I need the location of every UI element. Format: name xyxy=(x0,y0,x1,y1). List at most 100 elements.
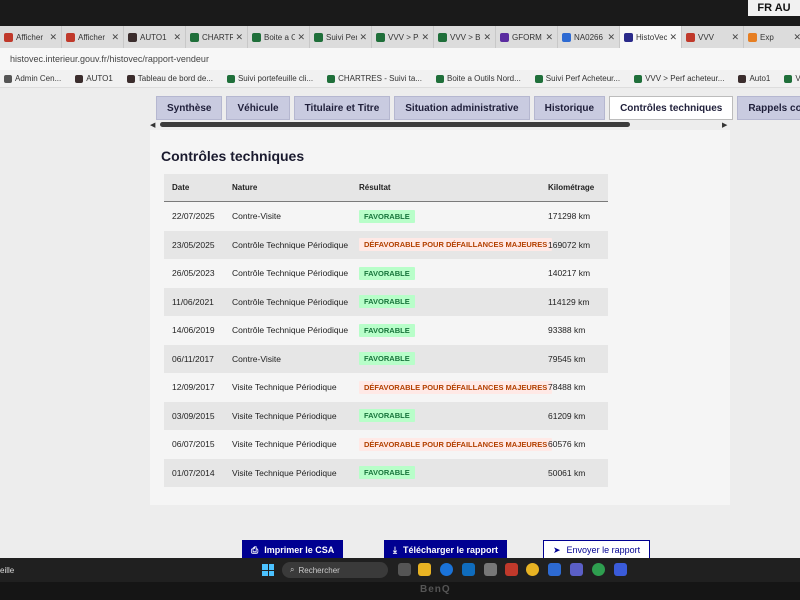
tab-favicon-icon xyxy=(190,32,199,42)
chrome-profile-icon[interactable] xyxy=(592,563,605,576)
row-mileage: 60576 km xyxy=(548,439,586,450)
store-icon[interactable] xyxy=(484,563,497,576)
tab-favicon-icon xyxy=(624,32,633,42)
browser-tab[interactable]: GFORM ✕ xyxy=(496,26,558,48)
page-content: ◀ Synthèse Véhicule Titulaire et Titre Situ… xyxy=(0,88,800,560)
tab-favicon-icon xyxy=(376,32,385,42)
language-indicator: FR AU xyxy=(748,0,800,16)
bookmark-favicon-icon xyxy=(4,74,12,83)
browser-tab[interactable]: Boite a O ✕ xyxy=(248,26,310,48)
row-mileage: 79545 km xyxy=(548,353,586,364)
bookmark-item[interactable]: Auto1 xyxy=(738,74,770,83)
bookmark-label: Boite a Outils Nord... xyxy=(446,74,521,83)
result-badge: DÉFAVORABLE POUR DÉFAILLANCES MAJEURES xyxy=(359,437,553,451)
technical-controls-card: Contrôles techniques Date Nature Résulta… xyxy=(150,130,730,505)
close-icon[interactable]: ✕ xyxy=(235,32,243,43)
close-icon[interactable]: ✕ xyxy=(669,32,677,43)
settings-gear-icon[interactable] xyxy=(548,563,561,576)
print-csa-button[interactable]: ⎙ Imprimer le CSA xyxy=(242,540,344,560)
row-date: 11/06/2021 xyxy=(172,296,214,307)
browser-tab[interactable]: Exp ✕ xyxy=(744,26,800,48)
meet-icon[interactable] xyxy=(614,563,627,576)
close-icon[interactable]: ✕ xyxy=(483,32,491,43)
row-mileage: 78488 km xyxy=(548,382,586,393)
row-mileage: 114129 km xyxy=(548,296,590,307)
browser-tab[interactable]: Suivi Perf ✕ xyxy=(310,26,372,48)
edge-browser-icon[interactable] xyxy=(440,563,453,576)
close-icon[interactable]: ✕ xyxy=(111,32,119,43)
close-icon[interactable]: ✕ xyxy=(173,32,181,43)
task-view-icon[interactable] xyxy=(398,563,411,576)
url-text[interactable]: histovec.interieur.gouv.fr/histovec/rapp… xyxy=(10,54,209,64)
row-mileage: 171298 km xyxy=(548,211,591,222)
tabs-scrollbar[interactable] xyxy=(160,122,630,127)
download-report-button[interactable]: ⤓ Télécharger le rapport xyxy=(384,540,508,560)
bookmark-label: Auto1 xyxy=(749,74,771,83)
taskbar-search[interactable]: ⌕ Rechercher xyxy=(282,562,388,578)
bookmark-item[interactable]: VVV > Branch Utilis... xyxy=(784,74,800,83)
bookmark-item[interactable]: CHARTRES - Suivi ta... xyxy=(327,74,422,83)
result-badge: DÉFAVORABLE POUR DÉFAILLANCES MAJEURES xyxy=(359,380,553,394)
browser-tab[interactable]: VVV > Pe ✕ xyxy=(372,26,434,48)
print-icon: ⎙ xyxy=(251,544,259,555)
teams-icon[interactable] xyxy=(570,563,583,576)
close-icon[interactable]: ✕ xyxy=(793,32,800,43)
close-icon[interactable]: ✕ xyxy=(359,32,367,43)
browser-tab[interactable]: Afficher ✕ xyxy=(62,26,124,48)
bookmark-item[interactable]: Admin Cen... xyxy=(4,74,61,83)
browser-tab[interactable]: HistoVec ✕ xyxy=(620,26,682,48)
section-tab[interactable]: Rappels constru xyxy=(737,96,800,120)
tab-favicon-icon xyxy=(562,32,571,42)
download-icon: ⤓ xyxy=(393,544,397,555)
section-tab[interactable]: Titulaire et Titre xyxy=(293,96,391,120)
table-row: 06/07/2015 Visite Technique Périodique DÉF… xyxy=(164,430,608,459)
row-result: FAVORABLE xyxy=(359,466,548,480)
browser-tab[interactable]: VVV > Bi ✕ xyxy=(434,26,496,48)
tab-favicon-icon xyxy=(4,32,13,42)
browser-tab[interactable]: VVV ✕ xyxy=(682,26,744,48)
close-icon[interactable]: ✕ xyxy=(297,32,305,43)
bookmark-favicon-icon xyxy=(226,74,235,83)
section-tab[interactable]: Contrôles techniques xyxy=(609,96,734,120)
send-report-button[interactable]: ➤ Envoyer le rapport xyxy=(543,540,651,560)
browser-tab[interactable]: Afficher ✕ xyxy=(0,26,62,48)
close-icon[interactable]: ✕ xyxy=(607,32,615,43)
browser-tab[interactable]: CHARTRES✕ xyxy=(186,26,248,48)
browser-tab[interactable]: AUTO1 ✕ xyxy=(124,26,186,48)
app-l-icon[interactable] xyxy=(505,563,518,576)
tab-favicon-icon xyxy=(66,32,75,42)
browser-tab[interactable]: NA0266 ✕ xyxy=(558,26,620,48)
bookmark-item[interactable]: Boite a Outils Nord... xyxy=(435,74,521,83)
bookmark-item[interactable]: Suivi portefeuille cli... xyxy=(226,74,313,83)
browser-tab-label: HistoVec xyxy=(636,32,668,42)
bookmark-item[interactable]: VVV > Perf acheteur... xyxy=(634,74,724,83)
row-nature: Contrôle Technique Périodique xyxy=(232,296,349,307)
table-row: 14/06/2019 Contrôle Technique Périodique F… xyxy=(164,316,608,345)
close-icon[interactable]: ✕ xyxy=(731,32,739,43)
section-tab[interactable]: Véhicule xyxy=(226,96,290,120)
print-csa-label: Imprimer le CSA xyxy=(264,545,335,555)
chrome-icon[interactable] xyxy=(526,563,539,576)
table-row: 12/09/2017 Visite Technique Périodique DÉF… xyxy=(164,373,608,402)
bookmark-item[interactable]: Suivi Perf Acheteur... xyxy=(534,74,620,83)
bookmark-item[interactable]: AUTO1 xyxy=(75,74,113,83)
address-bar[interactable]: histovec.interieur.gouv.fr/histovec/rapp… xyxy=(0,48,800,70)
section-tab[interactable]: Situation administrative xyxy=(394,96,530,120)
tabs-scroll-right-icon[interactable]: ▶ xyxy=(722,121,727,129)
file-explorer-icon[interactable] xyxy=(418,563,431,576)
close-icon[interactable]: ✕ xyxy=(545,32,553,43)
row-nature: Contrôle Technique Périodique xyxy=(232,325,349,336)
windows-start-icon[interactable] xyxy=(262,564,274,576)
result-badge: FAVORABLE xyxy=(359,323,415,337)
tab-favicon-icon xyxy=(252,32,261,42)
row-date: 03/09/2015 xyxy=(172,410,215,421)
header-result: Résultat xyxy=(359,183,391,192)
close-icon[interactable]: ✕ xyxy=(49,32,57,43)
section-tab[interactable]: Synthèse xyxy=(156,96,223,120)
bookmark-item[interactable]: Tableau de bord de... xyxy=(126,74,213,83)
browser-tab-label: AUTO1 xyxy=(140,32,167,42)
section-tab[interactable]: Historique xyxy=(533,96,606,120)
outlook-icon[interactable] xyxy=(462,563,475,576)
close-icon[interactable]: ✕ xyxy=(421,32,429,43)
tabs-scroll-left-icon[interactable]: ◀ xyxy=(150,121,155,129)
